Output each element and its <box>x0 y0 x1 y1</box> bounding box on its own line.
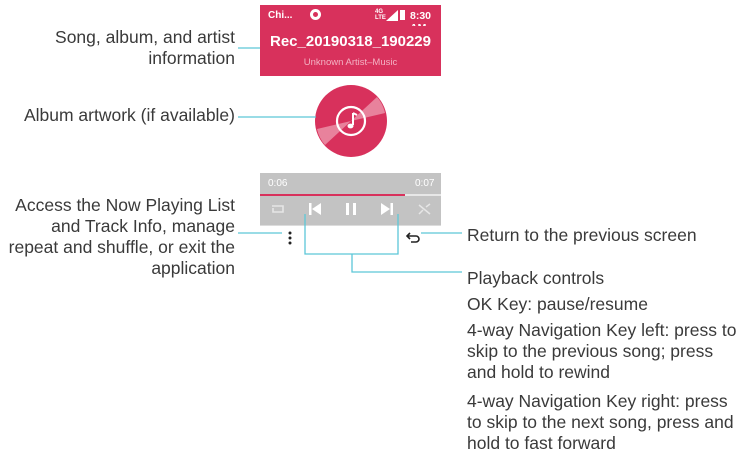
back-icon[interactable] <box>406 231 420 244</box>
status-bar: Chi... 4GLTE 8:30 AM <box>260 5 441 34</box>
network-type: 4G LTE <box>375 9 386 21</box>
elapsed-time: 0:06 <box>268 178 288 189</box>
more-options-icon[interactable] <box>288 231 292 245</box>
signal-icon <box>386 10 398 21</box>
callout-ok-key: OK Key: pause/resume <box>467 294 648 314</box>
shuffle-icon[interactable] <box>417 200 433 218</box>
playback-panel: 0:06 0:07 <box>260 173 441 225</box>
callout-artwork: Album artwork (if available) <box>23 105 235 125</box>
callout-options: Access the Now Playing List and Track In… <box>8 195 235 278</box>
song-header: Rec_20190318_190229 Unknown Artist–Music <box>260 26 441 76</box>
carrier-name: Chi... <box>268 10 293 21</box>
repeat-icon[interactable] <box>269 200 287 218</box>
callout-return: Return to the previous screen <box>467 225 697 245</box>
callout-playback-title: Playback controls <box>467 268 605 288</box>
callout-song-info: Song, album, and artist information <box>55 27 235 68</box>
sync-icon <box>310 9 321 20</box>
callout-nav-right: 4-way Navigation Key right: press to ski… <box>467 391 734 453</box>
song-subtitle: Unknown Artist–Music <box>303 57 398 68</box>
softkey-bar <box>260 225 441 250</box>
phone-screen: Chi... 4GLTE 8:30 AM Rec_20190318_190229… <box>260 5 441 250</box>
battery-icon <box>400 10 405 20</box>
album-artwork <box>315 85 387 157</box>
pause-icon[interactable] <box>344 200 358 218</box>
next-icon[interactable] <box>379 200 395 218</box>
line-playback <box>351 254 462 273</box>
song-title: Rec_20190318_190229 <box>270 33 431 50</box>
callout-nav-left: 4-way Navigation Key left: press to skip… <box>467 320 737 382</box>
previous-icon[interactable] <box>307 200 323 218</box>
total-time: 0:07 <box>415 178 435 189</box>
progress-fill <box>260 194 405 196</box>
